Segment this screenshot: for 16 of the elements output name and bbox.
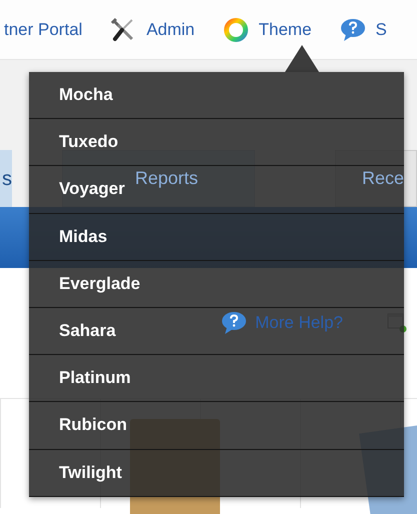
theme-menu-item[interactable]: Voyager [59, 166, 125, 212]
color-wheel-icon [222, 16, 249, 42]
theme-menu-item[interactable]: Platinum [59, 355, 131, 402]
theme-menu-item[interactable]: Midas [59, 214, 108, 260]
theme-menu-item[interactable]: Mocha [59, 72, 113, 118]
theme-menu-item[interactable]: Everglade [59, 260, 140, 307]
theme-menu-item[interactable]: Rubicon [59, 402, 127, 448]
nav-link-label[interactable]: Theme [258, 16, 312, 42]
nav-link-label[interactable]: tner Portal [4, 16, 82, 42]
theme-menu-item[interactable]: Sahara [59, 308, 116, 354]
theme-menu-item[interactable]: Tuxedo [59, 119, 118, 166]
help-bubble-icon [340, 18, 366, 42]
nav-link-label[interactable]: S [376, 16, 387, 42]
theme-menu-item[interactable]: Twilight [59, 450, 122, 496]
nav-link-label[interactable]: Admin [146, 16, 195, 42]
tab[interactable]: s [0, 150, 12, 207]
